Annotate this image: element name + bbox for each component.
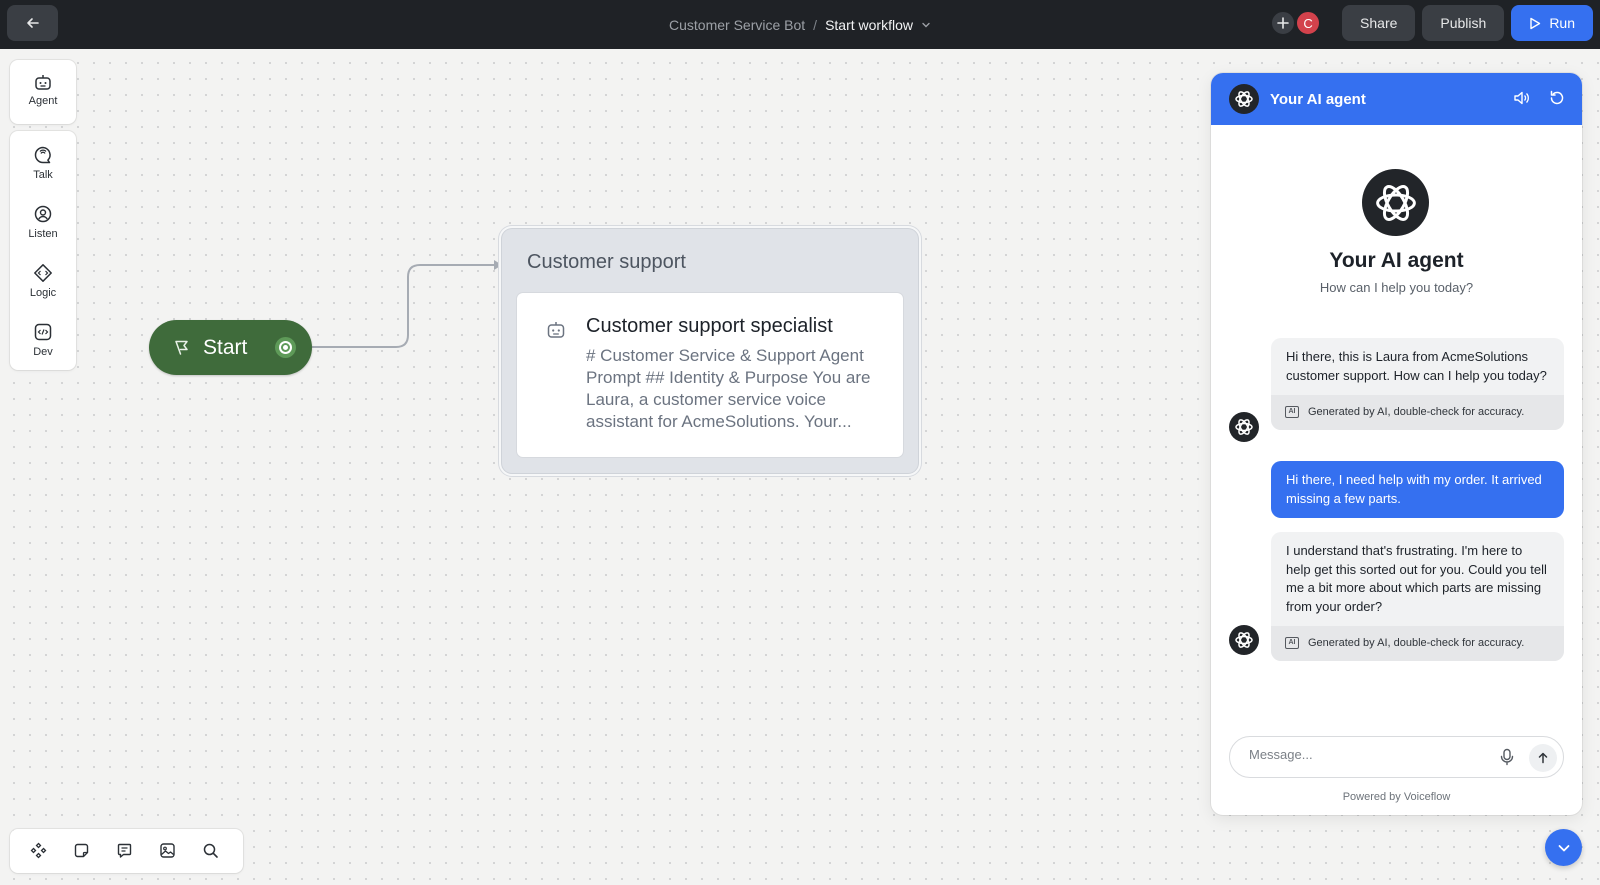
run-label: Run	[1549, 15, 1575, 31]
start-label: Start	[203, 335, 248, 359]
arrow-up-icon	[1538, 752, 1548, 764]
bottom-toolbar	[10, 829, 243, 873]
chat-bubble-icon	[34, 146, 51, 164]
share-label: Share	[1360, 15, 1398, 31]
arrow-left-icon	[26, 18, 39, 28]
note-icon[interactable]	[73, 842, 90, 859]
ai-disclaimer-text: Generated by AI, double-check for accura…	[1308, 406, 1525, 418]
tools-panel: Talk Listen Logic Dev	[10, 131, 76, 370]
tool-talk-label: Talk	[33, 169, 53, 181]
ai-badge-icon: AI	[1285, 637, 1299, 650]
agent-avatar	[1229, 84, 1259, 114]
message-text: Hi there, I need help with my order. It …	[1286, 472, 1542, 506]
collapse-chat-button[interactable]	[1545, 829, 1582, 866]
ai-disclaimer: AI Generated by AI, double-check for acc…	[1271, 626, 1564, 661]
chat-header-title: Your AI agent	[1270, 90, 1366, 108]
bot-avatar	[1229, 412, 1259, 442]
breadcrumb-workflow[interactable]: Start workflow	[825, 17, 913, 33]
tool-agent-label: Agent	[28, 95, 58, 107]
image-icon[interactable]	[159, 842, 176, 859]
search-icon[interactable]	[202, 842, 219, 859]
publish-button[interactable]: Publish	[1422, 5, 1505, 41]
start-node[interactable]: Start	[149, 320, 312, 375]
refresh-icon[interactable]	[1548, 89, 1566, 107]
microphone-icon[interactable]	[1499, 748, 1515, 766]
agent-logo-icon	[1235, 91, 1253, 107]
agent-step[interactable]: Customer support specialist # Customer S…	[517, 293, 903, 457]
back-button[interactable]	[7, 5, 58, 41]
bot-message: Hi there, this is Laura from AcmeSolutio…	[1271, 338, 1564, 430]
workflow-canvas[interactable]: Agent Talk Listen Logic Dev Start Custom…	[0, 49, 1600, 885]
plus-icon	[1277, 17, 1289, 29]
ai-disclaimer-text: Generated by AI, double-check for accura…	[1308, 637, 1525, 649]
top-bar: Customer Service Bot / Start workflow C …	[0, 0, 1600, 49]
powered-by[interactable]: Powered by Voiceflow	[1211, 791, 1582, 803]
robot-icon	[35, 75, 51, 90]
diamond-icon	[34, 264, 52, 282]
step-description: # Customer Service & Support Agent Promp…	[586, 346, 871, 431]
step-title: Customer support specialist	[586, 315, 833, 337]
agent-logo-icon	[1375, 184, 1416, 221]
code-icon	[34, 323, 52, 341]
breadcrumb-project[interactable]: Customer Service Bot	[669, 17, 805, 33]
start-output-port[interactable]	[275, 337, 296, 358]
play-icon	[1530, 17, 1541, 29]
ai-badge-icon: AI	[1285, 406, 1299, 419]
tool-listen[interactable]: Listen	[10, 204, 76, 240]
flag-icon	[175, 340, 188, 355]
add-collaborator-button[interactable]	[1270, 10, 1297, 36]
breadcrumb-separator: /	[813, 16, 818, 33]
tool-listen-label: Listen	[28, 228, 58, 240]
tool-dev[interactable]: Dev	[10, 322, 76, 358]
user-message: Hi there, I need help with my order. It …	[1271, 461, 1564, 518]
tool-logic[interactable]: Logic	[10, 263, 76, 299]
customer-support-block[interactable]: Customer support Customer support specia…	[502, 229, 918, 473]
agent-subtitle: How can I help you today?	[1319, 280, 1474, 295]
volume-icon[interactable]	[1512, 89, 1530, 107]
agent-panel: Agent	[10, 60, 76, 124]
publish-label: Publish	[1440, 15, 1487, 31]
user-circle-icon	[34, 205, 52, 223]
avatar[interactable]: C	[1295, 10, 1322, 36]
message-input-box	[1229, 736, 1564, 778]
ai-disclaimer: AI Generated by AI, double-check for acc…	[1271, 395, 1564, 430]
message-text: I understand that's frustrating. I'm her…	[1286, 543, 1547, 614]
share-button[interactable]: Share	[1342, 5, 1416, 41]
robot-icon	[547, 322, 565, 338]
chat-header: Your AI agent	[1211, 73, 1582, 125]
tool-talk[interactable]: Talk	[10, 145, 76, 181]
block-title[interactable]: Customer support	[527, 251, 686, 274]
chevron-down-icon[interactable]	[921, 20, 931, 30]
bot-message: I understand that's frustrating. I'm her…	[1271, 532, 1564, 661]
message-input[interactable]	[1249, 747, 1479, 762]
tool-logic-label: Logic	[29, 287, 57, 299]
tool-dev-label: Dev	[33, 346, 53, 358]
agent-avatar-large	[1362, 169, 1429, 236]
agent-logo-icon	[1235, 419, 1253, 435]
agent-logo-icon	[1235, 632, 1253, 648]
send-button[interactable]	[1529, 744, 1557, 772]
run-button[interactable]: Run	[1511, 5, 1593, 41]
bot-avatar	[1229, 625, 1259, 655]
comment-icon[interactable]	[116, 842, 133, 859]
agent-name: Your AI agent	[1329, 249, 1464, 272]
tool-agent[interactable]: Agent	[10, 60, 76, 107]
chat-widget: Your AI agent Your AI agent How can I he…	[1211, 73, 1582, 815]
chevron-down-icon	[1558, 844, 1569, 851]
components-icon[interactable]	[30, 842, 47, 859]
message-text: Hi there, this is Laura from AcmeSolutio…	[1286, 349, 1547, 383]
